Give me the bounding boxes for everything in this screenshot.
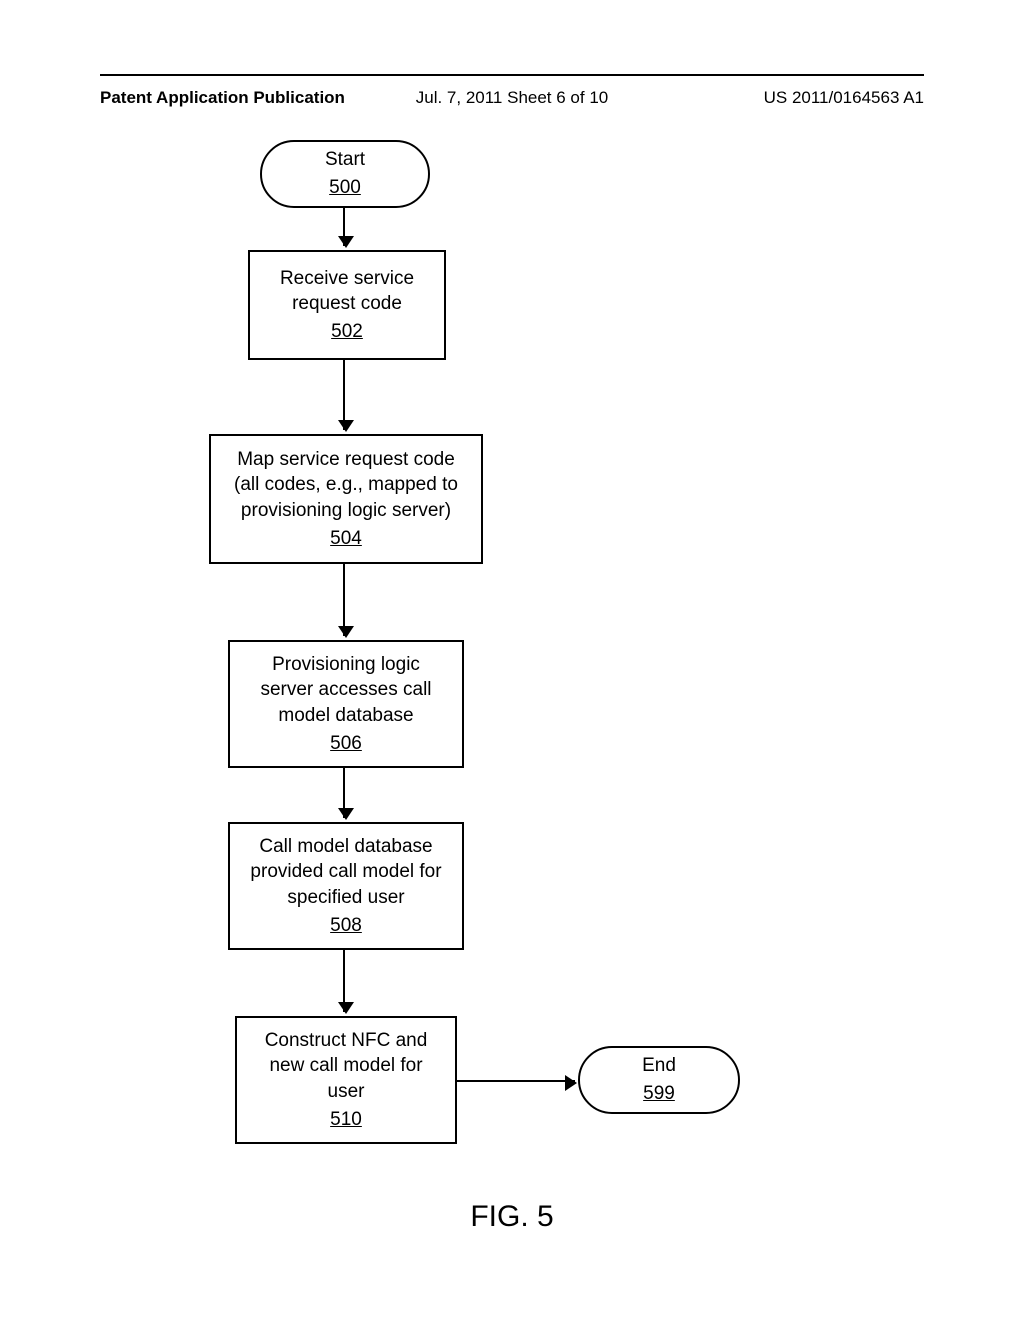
arrow-step5-to-end (457, 1080, 575, 1082)
flowchart: Start 500 Receive service request code 5… (0, 140, 1024, 1240)
arrow-step4-to-step5 (343, 950, 345, 1012)
node-step1: Receive service request code 502 (248, 250, 446, 360)
node-step5-label: Construct NFC and new call model for use… (251, 1028, 441, 1105)
header-right: US 2011/0164563 A1 (764, 88, 924, 108)
node-end-label: End (642, 1053, 676, 1079)
header-left: Patent Application Publication (100, 88, 345, 108)
node-start: Start 500 (260, 140, 430, 208)
node-step4-ref: 508 (330, 913, 362, 939)
node-step4: Call model database provided call model … (228, 822, 464, 950)
node-start-label: Start (325, 147, 365, 173)
node-step3-ref: 506 (330, 731, 362, 757)
arrow-step3-to-step4 (343, 768, 345, 818)
node-step3: Provisioning logic server accesses call … (228, 640, 464, 768)
node-step2-ref: 504 (330, 526, 362, 552)
node-step1-label: Receive service request code (264, 266, 430, 317)
node-end-ref: 599 (643, 1081, 675, 1107)
arrow-start-to-step1 (343, 208, 345, 246)
node-start-ref: 500 (329, 175, 361, 201)
node-step4-label: Call model database provided call model … (244, 834, 448, 911)
node-step3-label: Provisioning logic server accesses call … (244, 652, 448, 729)
header-rule (100, 74, 924, 76)
figure-caption: FIG. 5 (470, 1200, 553, 1234)
node-step1-ref: 502 (331, 319, 363, 345)
arrow-step1-to-step2 (343, 360, 345, 430)
header-center: Jul. 7, 2011 Sheet 6 of 10 (416, 88, 609, 108)
node-end: End 599 (578, 1046, 740, 1114)
node-step5: Construct NFC and new call model for use… (235, 1016, 457, 1144)
node-step2-label: Map service request code (all codes, e.g… (225, 447, 467, 524)
node-step2: Map service request code (all codes, e.g… (209, 434, 483, 564)
arrow-step2-to-step3 (343, 564, 345, 636)
node-step5-ref: 510 (330, 1107, 362, 1133)
page: Patent Application Publication Jul. 7, 2… (0, 0, 1024, 1320)
